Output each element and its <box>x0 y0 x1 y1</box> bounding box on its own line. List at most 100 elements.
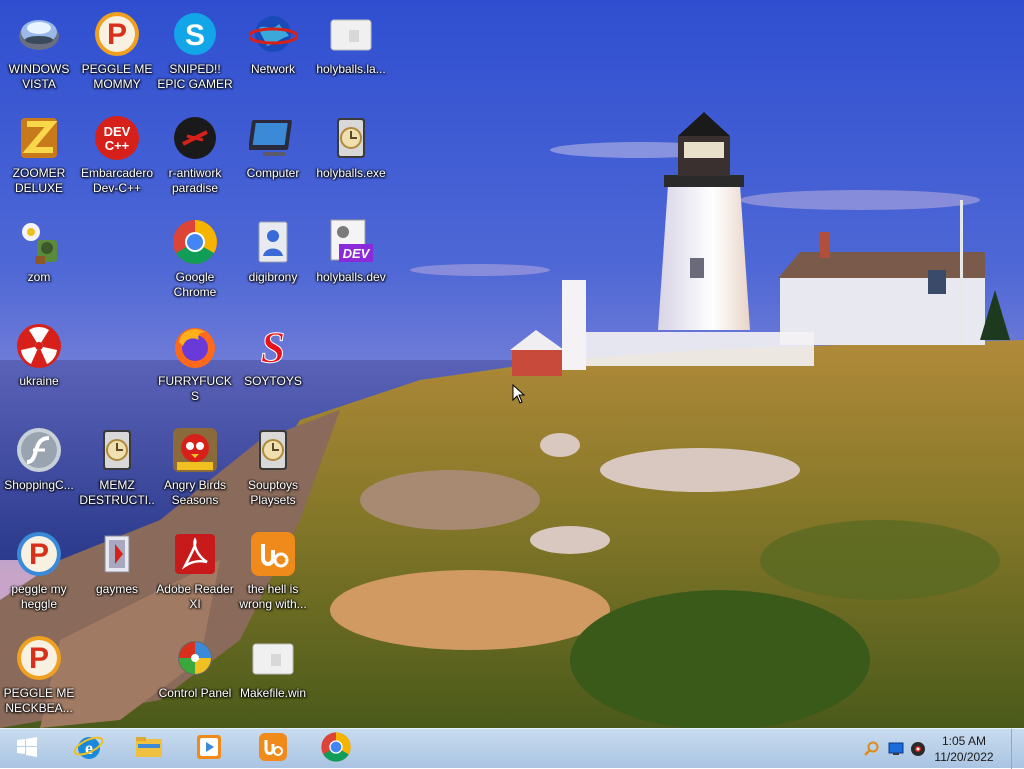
desktop-icon-network[interactable]: Network <box>234 4 312 100</box>
chrome-icon <box>171 218 219 266</box>
s-logo-icon: S <box>249 322 297 371</box>
desktop-icon-angry-birds-seasons[interactable]: Angry Birds Seasons <box>156 420 234 516</box>
svg-text:C++: C++ <box>105 138 130 153</box>
desktop-icon-digibrony[interactable]: digibrony <box>234 212 312 308</box>
peggle-icon: P <box>15 634 63 682</box>
pvz-flower-icon <box>15 218 63 266</box>
desktop-icon-label: MEMZ DESTRUCTI... <box>79 478 155 507</box>
desktop-icon-label: Adobe Reader XI <box>156 582 234 611</box>
search-icon[interactable] <box>864 741 880 757</box>
desktop-icon-label: SOYTOYS <box>244 374 302 388</box>
desktop-icon-label: Computer <box>246 166 300 180</box>
desktop-icon-label: digibrony <box>248 270 298 284</box>
taskbar-file-explorer[interactable] <box>122 731 176 767</box>
desktop-icon-control-panel[interactable]: Control Panel <box>156 628 234 724</box>
mouse-cursor <box>512 384 526 404</box>
clock-time: 1:05 AM <box>941 734 987 748</box>
svg-text:P: P <box>107 18 127 51</box>
chrome-icon <box>320 731 352 768</box>
desktop-icon-google-chrome[interactable]: Google Chrome <box>156 212 234 308</box>
desktop-icon-holyballs-exe[interactable]: holyballs.exe <box>312 108 390 204</box>
desktop-icon-the-hell-is-wrong[interactable]: the hell is wrong with... <box>234 524 312 620</box>
peggle-icon: P <box>93 10 141 58</box>
desktop-icon-soytoys[interactable]: S SOYTOYS <box>234 316 312 412</box>
taskbar-media-player[interactable] <box>182 731 236 767</box>
desktop-icon-ukraine[interactable]: ukraine <box>0 316 78 412</box>
desktop-icon-r-antiwork-paradise[interactable]: r-antiwork paradise <box>156 108 234 204</box>
desktop-icon-label: Control Panel <box>158 686 232 700</box>
desktop-icon-peggle-my-heggle[interactable]: P peggle my heggle <box>0 524 78 620</box>
desktop-icon-furryfucks[interactable]: FURRYFUCKS <box>156 316 234 412</box>
desktop-icon-label: ukraine <box>19 374 59 388</box>
show-desktop-button[interactable] <box>1011 729 1024 769</box>
clock-exe-icon <box>249 426 297 474</box>
svg-text:S: S <box>185 19 205 52</box>
taskbar-uc-browser[interactable] <box>246 731 300 767</box>
uc-browser-icon <box>249 530 297 578</box>
svg-text:S: S <box>261 323 285 370</box>
start-button[interactable] <box>0 731 54 767</box>
desktop-icon-label: peggle my heggle <box>11 582 67 611</box>
desktop-icon-adobe-reader-xi[interactable]: Adobe Reader XI <box>156 524 234 620</box>
desktop-icon-holyballs-dev[interactable]: DEV holyballs.dev <box>312 212 390 308</box>
svg-text:P: P <box>29 538 49 571</box>
ie-icon: e <box>73 731 105 768</box>
desktop-icon-embarcadero-devcpp[interactable]: DEV C++ Embarcadero Dev-C++ <box>78 108 156 204</box>
desktop-icon-label: Souptoys Playsets <box>247 478 299 507</box>
desktop-icon-label: holyballs.la... <box>316 62 386 76</box>
system-tray: 1:05 AM 11/20/2022 <box>854 729 1024 769</box>
uc-browser-icon <box>257 731 289 768</box>
desktop-icon-label: Makefile.win <box>239 686 307 700</box>
desktop-icon-label: r-antiwork paradise <box>168 166 222 195</box>
dev-project-icon: DEV <box>327 218 375 266</box>
vista-orb-icon <box>15 10 63 58</box>
clock[interactable]: 1:05 AM 11/20/2022 <box>926 733 1002 765</box>
desktop-icon-souptoys-playsets[interactable]: Souptoys Playsets <box>234 420 312 516</box>
clock-date: 11/20/2022 <box>934 750 994 764</box>
computer-icon <box>249 114 297 162</box>
control-panel-icon <box>171 634 219 682</box>
media-player-icon <box>193 731 225 768</box>
desktop-icon-label: ZOOMER DELUXE <box>12 166 66 195</box>
skype-icon: S <box>171 10 219 58</box>
clock-exe-icon <box>327 114 375 162</box>
blank-file-icon <box>327 10 375 58</box>
desktop-icon-label: PEGGLE ME NECKBEA... <box>3 686 75 715</box>
desktop-icon-zoomer-deluxe[interactable]: ZOOMER DELUXE <box>0 108 78 204</box>
taskbar-internet-explorer[interactable]: e <box>62 731 116 767</box>
desktop-icon-label: holyballs.exe <box>316 166 386 180</box>
user-folder-icon <box>249 218 297 266</box>
antiwork-icon <box>171 114 219 162</box>
desktop-icon-computer[interactable]: Computer <box>234 108 312 204</box>
desktop-icon-gaymes[interactable]: gaymes <box>78 524 156 620</box>
desktop-icon-holyballs-la[interactable]: holyballs.la... <box>312 4 390 100</box>
desktop-icon-peggle-me-mommy[interactable]: P PEGGLE ME MOMMY <box>78 4 156 100</box>
desktop-icon-label: WINDOWS VISTA <box>8 62 70 91</box>
desktop-icon-zom[interactable]: zom <box>0 212 78 308</box>
games-folder-icon <box>93 530 141 578</box>
taskbar-google-chrome[interactable] <box>309 731 363 767</box>
desktop-icon-label: the hell is wrong with... <box>239 582 307 611</box>
desktop-icon-sniped-epic-gamer[interactable]: S SNIPED!! EPIC GAMER 360... <box>156 4 234 100</box>
desktop-icon-shoppingc[interactable]: ShoppingC... <box>0 420 78 516</box>
desktop-icon-label: Embarcadero Dev-C++ <box>80 166 154 195</box>
desktop-icon-windows-vista[interactable]: WINDOWS VISTA <box>0 4 78 100</box>
taskbar: e 1:05 AM 11/20/2022 <box>0 728 1024 769</box>
desktop-icon-makefile-win[interactable]: Makefile.win <box>234 628 312 724</box>
desktop-icon-label: zom <box>27 270 51 284</box>
desktop-icon-label: Google Chrome <box>173 270 217 299</box>
desktop-icon-label: Network <box>250 62 295 76</box>
clock-exe-icon <box>93 426 141 474</box>
svg-text:DEV: DEV <box>104 124 131 139</box>
flash-icon <box>15 426 63 474</box>
desktop[interactable]: WINDOWS VISTA ZOOMER DELUXE zom ukraine … <box>0 0 1024 728</box>
network-monitor-icon[interactable] <box>888 741 904 757</box>
desktop-icon-label: FURRYFUCKS <box>158 374 232 403</box>
blank-file-icon <box>249 634 297 682</box>
devcpp-icon: DEV C++ <box>93 114 141 162</box>
volume-icon[interactable] <box>910 741 926 757</box>
svg-text:DEV: DEV <box>343 246 371 261</box>
desktop-icon-peggle-me-neckbea[interactable]: P PEGGLE ME NECKBEA... <box>0 628 78 724</box>
svg-text:P: P <box>29 642 49 675</box>
desktop-icon-memz-destructi[interactable]: MEMZ DESTRUCTI... <box>78 420 156 516</box>
